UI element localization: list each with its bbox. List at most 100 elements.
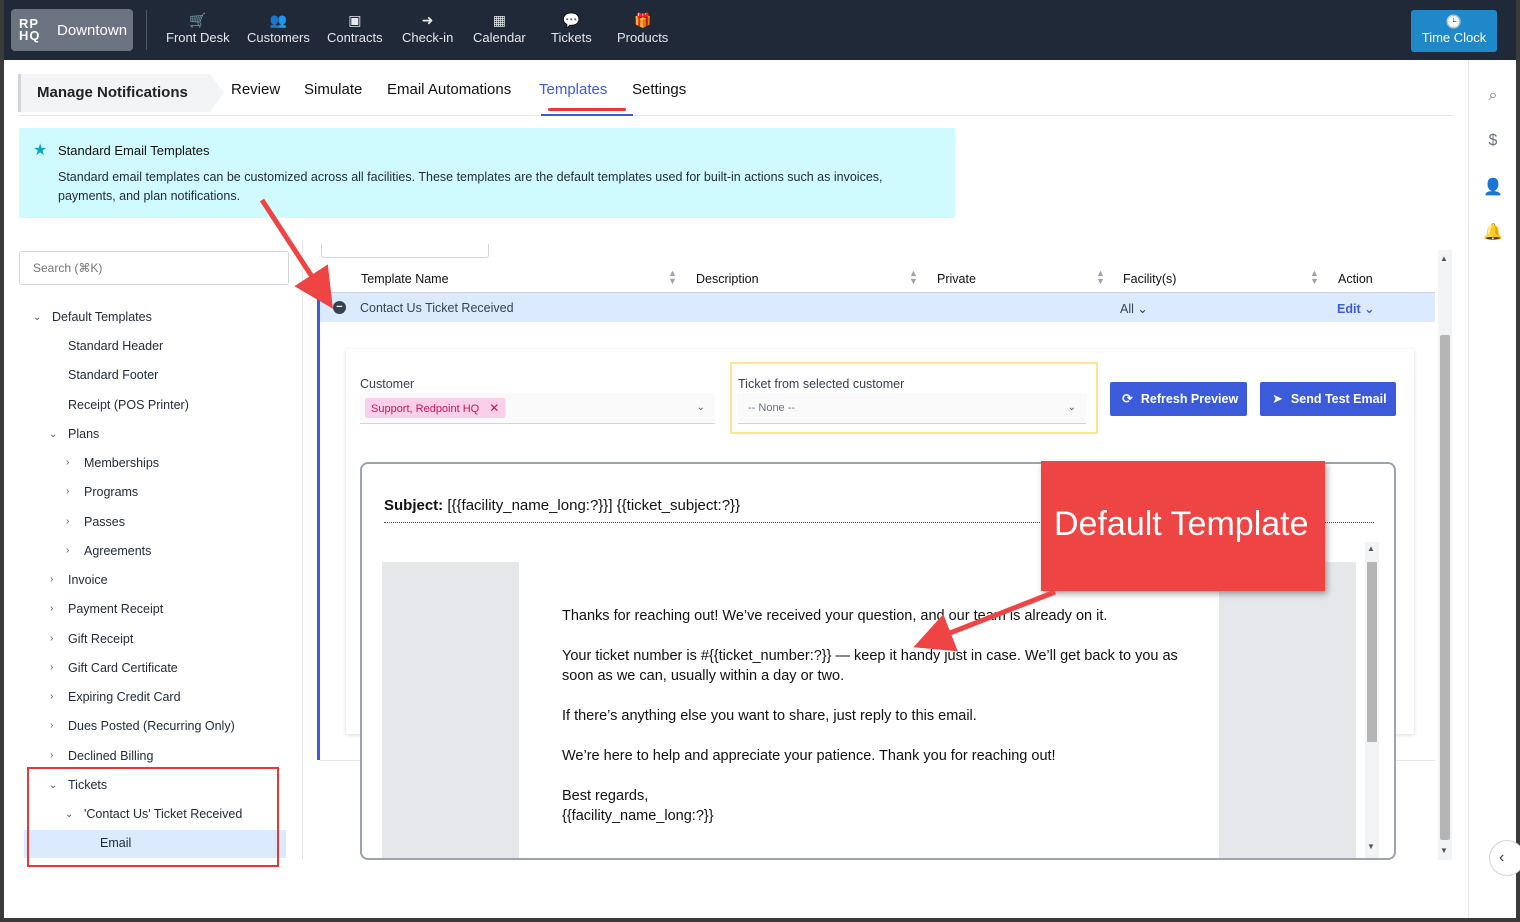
email-paragraph: If there’s anything else you want to sha…	[562, 708, 977, 724]
user-icon[interactable]: 👤	[1483, 177, 1503, 197]
tab-email-automations[interactable]: Email Automations	[387, 81, 511, 98]
column-header-description[interactable]: Description	[696, 272, 759, 286]
nav-customers[interactable]: 👥 Customers	[247, 12, 310, 45]
column-header-private[interactable]: Private	[937, 272, 976, 286]
tree-item-standard-footer[interactable]: Standard Footer	[68, 368, 158, 382]
chevron-right-icon[interactable]: ›	[50, 720, 53, 731]
calendar-icon: ▦	[492, 12, 506, 28]
tree-item-programs[interactable]: Programs	[84, 485, 138, 499]
edit-button[interactable]: Edit ⌄	[1337, 301, 1375, 316]
nav-label: Calendar	[473, 30, 526, 45]
tree-item-memberships[interactable]: Memberships	[84, 456, 159, 470]
annotation-underline	[548, 108, 626, 111]
nav-check-in[interactable]: ➜ Check-in	[402, 12, 453, 45]
tab-simulate[interactable]: Simulate	[304, 81, 362, 98]
ticket-select[interactable]: -- None -- ⌄	[738, 393, 1086, 424]
tree-item-agreements[interactable]: Agreements	[84, 544, 151, 558]
check-in-icon: ➜	[421, 12, 434, 28]
email-gutter-left	[382, 562, 519, 858]
cart-icon: 🛒	[189, 12, 207, 28]
star-icon: ★	[33, 142, 48, 159]
scrollbar-thumb[interactable]	[1440, 335, 1450, 840]
sort-icon[interactable]: ▲ ▼	[1310, 269, 1319, 286]
refresh-label: Refresh Preview	[1140, 392, 1239, 406]
location-switcher[interactable]: RP HQ Downtown	[11, 9, 133, 51]
nav-calendar[interactable]: ▦ Calendar	[473, 12, 526, 45]
chevron-right-icon[interactable]: ›	[66, 516, 69, 527]
tree-item-gift-receipt[interactable]: Gift Receipt	[68, 632, 133, 646]
scrollbar-thumb[interactable]	[1367, 562, 1377, 742]
chevron-right-icon[interactable]: ›	[50, 633, 53, 644]
facility-dropdown[interactable]: All ⌄	[1120, 301, 1148, 316]
scroll-up-icon[interactable]: ▲	[1367, 544, 1375, 553]
tree-item-declined-billing[interactable]: Declined Billing	[68, 749, 153, 763]
chevron-right-icon[interactable]: ›	[50, 750, 53, 761]
chevron-right-icon[interactable]: ›	[66, 545, 69, 556]
nav-tickets[interactable]: 💬 Tickets	[551, 12, 592, 45]
chevron-down-icon[interactable]: ⌄	[49, 429, 57, 440]
column-header-template-name[interactable]: Template Name	[361, 272, 449, 286]
info-banner: ★ Standard Email Templates Standard emai…	[19, 128, 955, 218]
refresh-preview-button[interactable]: ⟳ Refresh Preview	[1110, 382, 1247, 416]
brand-logo: RP HQ	[19, 16, 41, 43]
table-scrollbar[interactable]: ▲ ▼	[1438, 250, 1452, 860]
sort-icon[interactable]: ▲ ▼	[1096, 269, 1105, 286]
bell-icon[interactable]: 🔔	[1483, 222, 1503, 242]
search-input[interactable]	[19, 251, 289, 285]
sort-icon[interactable]: ▲ ▼	[668, 269, 677, 286]
dollar-icon[interactable]: $	[1483, 132, 1503, 152]
customer-select[interactable]: Support, Redpoint HQ ✕ ⌄	[360, 393, 715, 424]
column-header-facilities[interactable]: Facility(s)	[1123, 272, 1176, 286]
nav-label: Contracts	[327, 30, 383, 45]
tree-item-dues-posted[interactable]: Dues Posted (Recurring Only)	[68, 719, 235, 733]
scroll-up-icon[interactable]: ▲	[1440, 254, 1448, 263]
banner-title: Standard Email Templates	[58, 143, 210, 158]
preview-scrollbar[interactable]: ▲ ▼	[1365, 542, 1379, 858]
nav-products[interactable]: 🎁 Products	[617, 12, 668, 45]
chat-icon: 💬	[562, 12, 581, 28]
tree-item-invoice[interactable]: Invoice	[68, 573, 108, 587]
tree-item-standard-header[interactable]: Standard Header	[68, 339, 163, 353]
customer-chip-label: Support, Redpoint HQ	[371, 403, 480, 415]
tree-item-plans[interactable]: Plans	[68, 427, 99, 441]
filter-field[interactable]	[321, 244, 489, 258]
time-clock-button[interactable]: 🕒 Time Clock	[1411, 10, 1497, 52]
tree-item-default-templates[interactable]: Default Templates	[52, 310, 152, 324]
chevron-right-icon[interactable]: ›	[50, 574, 53, 585]
scroll-down-icon[interactable]: ▼	[1367, 842, 1375, 851]
table-row[interactable]: − Contact Us Ticket Received All ⌄ Edit …	[320, 293, 1435, 322]
contracts-icon: ▣	[348, 12, 362, 28]
tree-item-passes[interactable]: Passes	[84, 515, 125, 529]
chevron-right-icon[interactable]: ›	[50, 662, 53, 673]
refresh-icon: ⟳	[1122, 391, 1133, 406]
edit-label: Edit	[1337, 302, 1361, 316]
scroll-down-icon[interactable]: ▼	[1440, 846, 1448, 855]
chevron-down-icon: ⌄	[696, 402, 705, 413]
chevron-right-icon[interactable]: ›	[50, 691, 53, 702]
sort-icon[interactable]: ▲ ▼	[909, 269, 918, 286]
tab-templates[interactable]: Templates	[539, 81, 607, 98]
send-test-email-button[interactable]: ➤ Send Test Email	[1260, 382, 1396, 416]
tab-settings[interactable]: Settings	[632, 81, 686, 98]
tree-item-payment-receipt[interactable]: Payment Receipt	[68, 602, 163, 616]
tab-review[interactable]: Review	[231, 81, 280, 98]
collapse-icon[interactable]: −	[333, 301, 346, 314]
banner-text: Standard email templates can be customiz…	[58, 170, 883, 203]
chevron-right-icon[interactable]: ›	[50, 603, 53, 614]
nav-divider	[146, 10, 147, 50]
tree-item-receipt-pos[interactable]: Receipt (POS Printer)	[68, 398, 189, 412]
nav-front-desk[interactable]: 🛒 Front Desk	[166, 12, 230, 45]
users-icon: 👥	[269, 12, 288, 28]
chevron-left-icon[interactable]: ‹	[1489, 840, 1520, 876]
chevron-right-icon[interactable]: ›	[66, 486, 69, 497]
chevron-right-icon[interactable]: ›	[66, 457, 69, 468]
nav-contracts[interactable]: ▣ Contracts	[327, 12, 383, 45]
chevron-down-icon[interactable]: ⌄	[33, 312, 41, 323]
tree-item-gift-card-certificate[interactable]: Gift Card Certificate	[68, 661, 178, 675]
expanded-row-indicator	[317, 292, 320, 760]
close-icon[interactable]: ✕	[489, 401, 499, 415]
annotation-box	[27, 767, 279, 867]
search-icon[interactable]: ⌕	[1483, 87, 1503, 107]
chevron-down-icon: ⌄	[1364, 302, 1375, 316]
tree-item-expiring-credit-card[interactable]: Expiring Credit Card	[68, 690, 181, 704]
